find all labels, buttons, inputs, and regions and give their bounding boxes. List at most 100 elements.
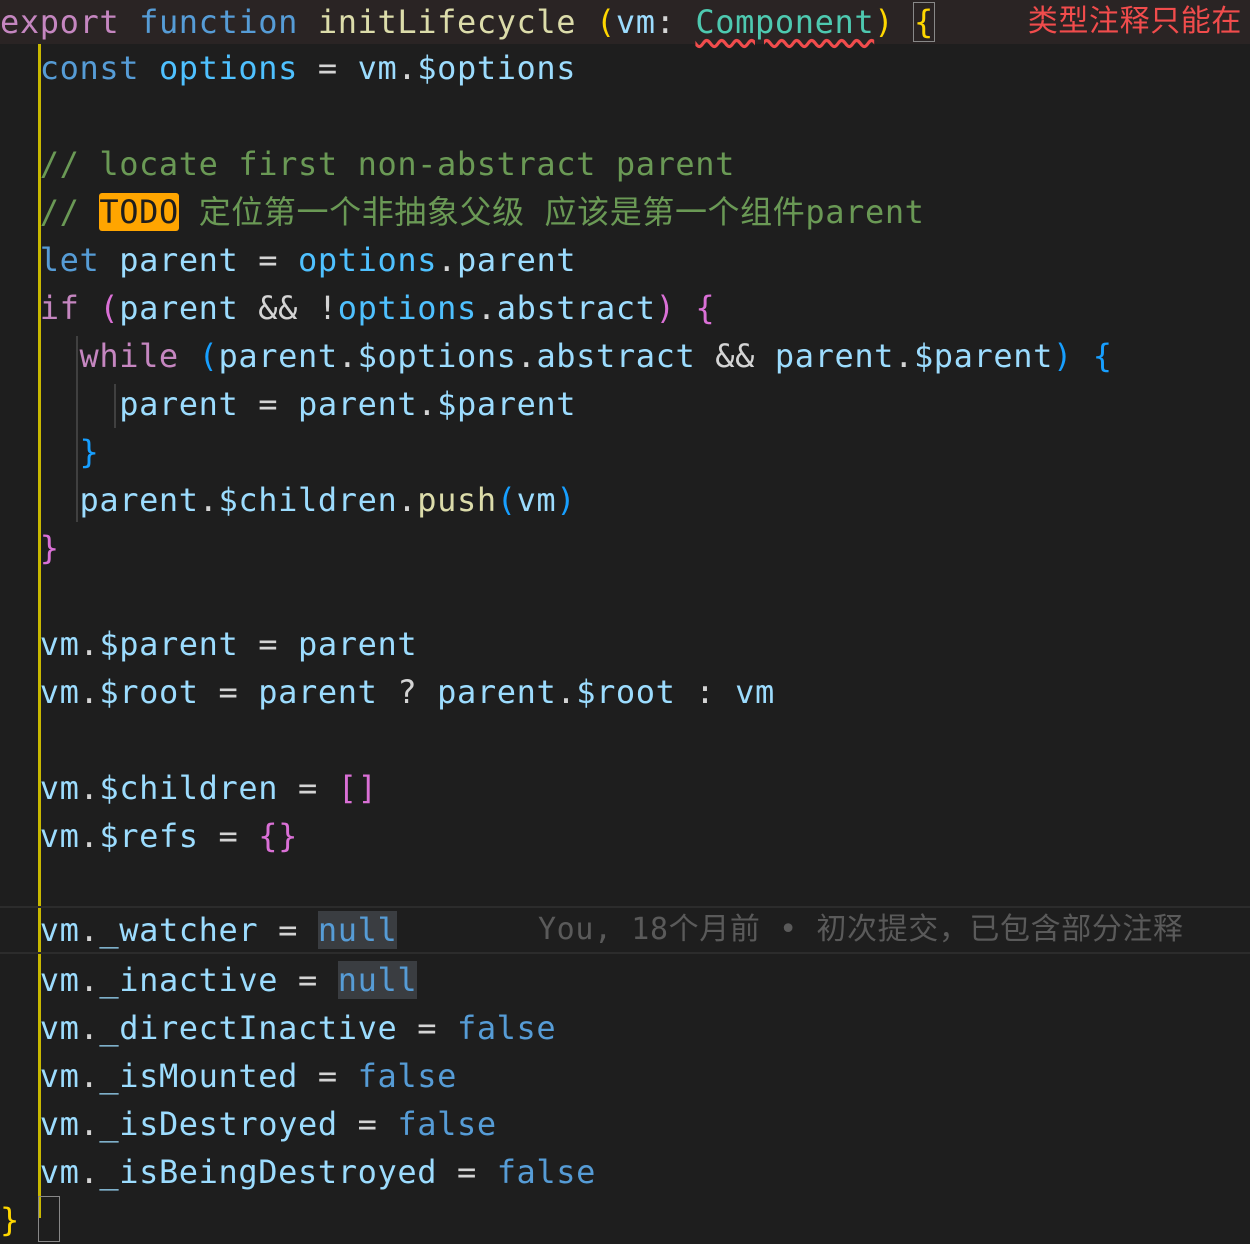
code-token: . (79, 911, 100, 949)
code-token: . (397, 49, 418, 87)
code-token: options (158, 49, 298, 87)
code-token: { (258, 817, 279, 855)
code-line-17[interactable]: vm.$children = [] (0, 764, 1250, 812)
code-token: null (317, 911, 398, 949)
code-token: . (79, 673, 100, 711)
code-token: vm (516, 481, 557, 519)
code-token: let (39, 241, 100, 279)
code-token: = (218, 673, 239, 711)
code-token: ( (198, 337, 219, 375)
code-line-11[interactable]: parent.$children.push(vm) (0, 476, 1250, 524)
code-token: vm (39, 1105, 80, 1143)
code-comment: // (39, 193, 80, 231)
code-token: export (0, 3, 120, 41)
code-token: $parent (99, 625, 239, 663)
code-line-26[interactable]: } (0, 1196, 1250, 1244)
code-token: = (258, 625, 279, 663)
code-token: parent (79, 481, 199, 519)
code-token: ) (655, 289, 676, 327)
code-token: $parent (437, 385, 577, 423)
code-token: null (337, 961, 418, 999)
code-editor[interactable]: export function initLifecycle (vm: Compo… (0, 0, 1250, 1244)
code-token: vm (39, 817, 80, 855)
code-token: . (437, 241, 457, 279)
code-token: push (417, 481, 497, 519)
code-token: _directInactive (99, 1009, 398, 1047)
code-token: if (39, 289, 80, 327)
code-token: options (298, 241, 438, 279)
code-line-22[interactable]: vm._directInactive = false (0, 1004, 1250, 1052)
code-token: abstract (536, 337, 696, 375)
code-token: vm (615, 3, 656, 41)
code-line-20[interactable]: vm._watcher = null You, 18个月前 • 初次提交，已包含部… (0, 906, 1250, 954)
code-token: parent (119, 385, 239, 423)
code-token: while (79, 337, 179, 375)
code-token: . (79, 625, 100, 663)
code-line-12[interactable]: } (0, 524, 1250, 572)
code-line-8[interactable]: while (parent.$options.abstract && paren… (0, 332, 1250, 380)
code-token: { (1092, 337, 1113, 375)
code-line-21[interactable]: vm._inactive = null (0, 956, 1250, 1004)
code-token: . (417, 385, 438, 423)
code-line-9[interactable]: parent = parent.$parent (0, 380, 1250, 428)
code-line-10[interactable]: } (0, 428, 1250, 476)
code-line-6[interactable]: let parent = options.parent (0, 236, 1250, 284)
code-line-7[interactable]: if (parent && !options.abstract) { (0, 284, 1250, 332)
code-line-4[interactable]: // locate first non-abstract parent (0, 140, 1250, 188)
code-line-23[interactable]: vm._isMounted = false (0, 1052, 1250, 1100)
code-token: parent (119, 289, 239, 327)
todo-highlight: TODO (99, 193, 179, 231)
code-token: ! (317, 289, 338, 327)
code-token: $options (417, 49, 577, 87)
code-token: ( (99, 289, 120, 327)
code-token: _watcher (99, 911, 259, 949)
code-line-15[interactable]: vm.$root = parent ? parent.$root : vm (0, 668, 1250, 716)
code-token: } (278, 817, 299, 855)
code-token: parent (774, 337, 895, 375)
code-token: vm (39, 1009, 80, 1047)
code-token: vm (39, 673, 80, 711)
code-token: false (496, 1153, 597, 1191)
code-token: . (79, 769, 100, 807)
code-token: initLifecycle (317, 3, 577, 41)
code-line-14[interactable]: vm.$parent = parent (0, 620, 1250, 668)
code-token: $children (99, 769, 279, 807)
code-token: = (317, 49, 338, 87)
code-token: abstract (496, 289, 656, 327)
code-token: parent (218, 337, 338, 375)
code-comment: // locate first non-abstract parent (39, 145, 736, 183)
code-token: . (79, 1057, 100, 1095)
code-token: } (79, 433, 100, 471)
code-token: false (357, 1057, 457, 1095)
code-token: = (278, 911, 299, 949)
code-token: false (456, 1009, 557, 1047)
code-token: $refs (99, 817, 199, 855)
code-token: vm (39, 961, 80, 999)
code-line-25[interactable]: vm._isBeingDestroyed = false (0, 1148, 1250, 1196)
code-line-24[interactable]: vm._isDestroyed = false (0, 1100, 1250, 1148)
code-line-5[interactable]: // TODO 定位第一个非抽象父级 应该是第一个组件parent (0, 188, 1250, 236)
code-line-1[interactable]: export function initLifecycle (vm: Compo… (0, 0, 1250, 44)
code-token: parent (119, 241, 239, 279)
code-token: = (417, 1009, 438, 1047)
code-token: false (397, 1105, 497, 1143)
code-line-2[interactable]: const options = vm.$options (0, 44, 1250, 92)
code-token: ) (556, 481, 577, 519)
code-token: vm (357, 49, 398, 87)
code-token: $root (99, 673, 199, 711)
code-token: . (79, 961, 100, 999)
error-lens-message: 类型注释只能在 (1027, 4, 1242, 39)
code-token: parent (298, 625, 418, 663)
code-token: { (695, 289, 716, 327)
code-token: = (258, 241, 279, 279)
code-token: vm (39, 625, 80, 663)
code-token: $parent (913, 337, 1053, 375)
code-token: ? (397, 673, 418, 711)
code-token: _isDestroyed (99, 1105, 338, 1143)
code-token: . (198, 481, 219, 519)
code-line-18[interactable]: vm.$refs = {} (0, 812, 1250, 860)
code-token: ) (874, 3, 895, 41)
code-token: vm (39, 911, 80, 949)
code-token: $options (357, 337, 517, 375)
code-token: { (912, 2, 935, 42)
